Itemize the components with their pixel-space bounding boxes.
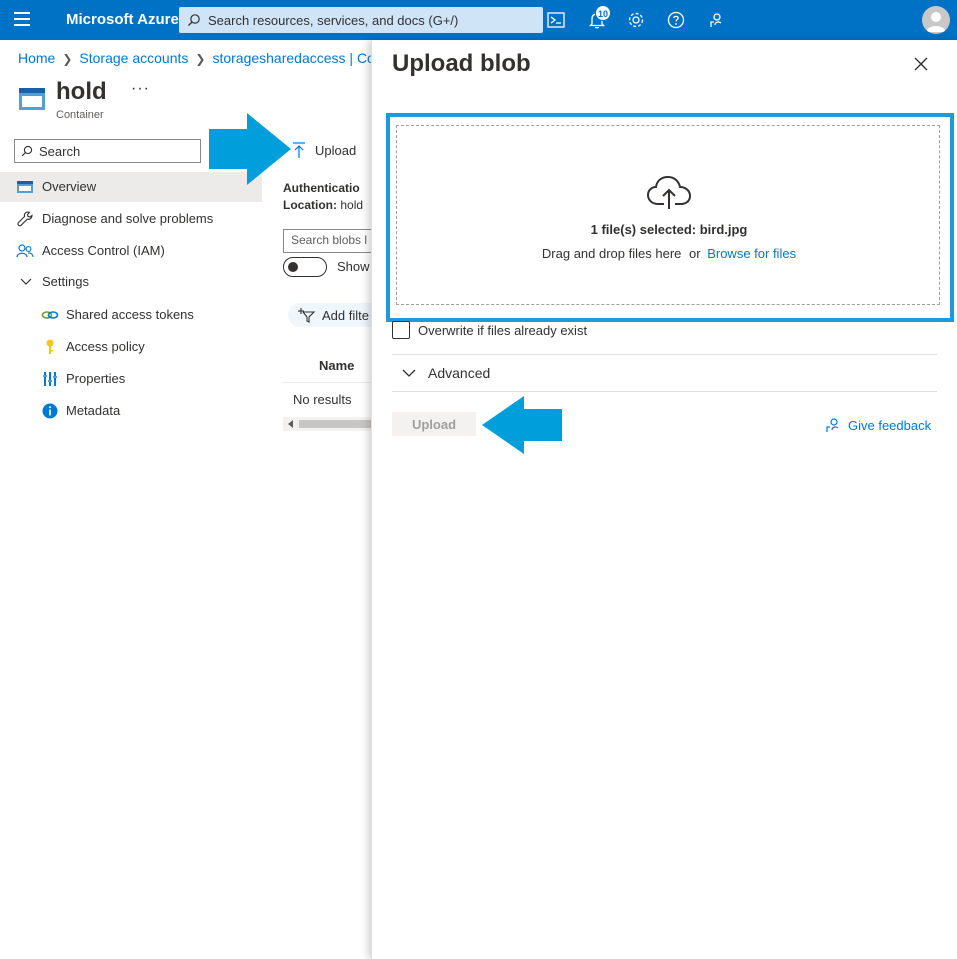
cloud-shell-icon[interactable] bbox=[546, 10, 566, 30]
people-icon bbox=[16, 244, 34, 258]
browse-files-link[interactable]: Browse for files bbox=[707, 246, 796, 261]
top-bar: Microsoft Azure 10 bbox=[0, 0, 957, 40]
sidebar-item-iam[interactable]: Access Control (IAM) bbox=[0, 236, 262, 266]
sidebar-item-settings[interactable]: Settings bbox=[0, 267, 262, 297]
authentication-label: Authenticatio bbox=[283, 181, 360, 195]
drop-zone[interactable]: 1 file(s) selected: bird.jpg Drag and dr… bbox=[396, 125, 940, 305]
container-icon bbox=[17, 181, 33, 193]
key-icon bbox=[46, 339, 54, 354]
upload-icon bbox=[293, 142, 305, 158]
sidebar-item-access-policy[interactable]: Access policy bbox=[0, 332, 262, 362]
global-search-input[interactable] bbox=[208, 11, 528, 29]
divider bbox=[392, 354, 937, 355]
search-icon bbox=[21, 145, 33, 157]
or-text: or bbox=[689, 246, 701, 261]
breadcrumb-storage-accounts[interactable]: Storage accounts bbox=[79, 50, 188, 66]
horizontal-scrollbar[interactable] bbox=[283, 417, 383, 431]
chevron-right-icon: ❯ bbox=[195, 52, 206, 66]
chevron-right-icon: ❯ bbox=[62, 52, 73, 66]
page-title: hold bbox=[56, 78, 107, 105]
sidebar-item-shared-access-tokens[interactable]: Shared access tokens bbox=[0, 300, 262, 330]
sidebar-item-label: Shared access tokens bbox=[66, 307, 194, 322]
advanced-section-toggle[interactable]: Advanced bbox=[402, 365, 490, 381]
sidebar-item-label: Overview bbox=[42, 179, 97, 194]
breadcrumb-home[interactable]: Home bbox=[18, 50, 55, 66]
container-icon bbox=[19, 88, 45, 110]
more-options-icon[interactable]: ··· bbox=[131, 80, 150, 98]
location-value: hold bbox=[340, 198, 364, 212]
arrow-left-icon bbox=[482, 396, 562, 454]
link-icon bbox=[41, 311, 59, 319]
info-icon bbox=[42, 403, 58, 419]
scroll-left-icon[interactable] bbox=[288, 420, 293, 428]
toggle-label: Show bbox=[337, 259, 370, 274]
show-deleted-toggle[interactable] bbox=[283, 257, 327, 277]
brand-title[interactable]: Microsoft Azure bbox=[66, 11, 179, 28]
user-icon bbox=[926, 12, 946, 32]
notification-badge: 10 bbox=[595, 5, 611, 21]
feedback-icon[interactable] bbox=[706, 10, 726, 30]
cloud-upload-icon bbox=[646, 175, 692, 209]
divider bbox=[283, 382, 383, 383]
divider bbox=[392, 391, 937, 392]
global-search[interactable] bbox=[179, 7, 543, 33]
blob-search[interactable] bbox=[283, 229, 383, 253]
sidebar-item-label: Settings bbox=[42, 274, 89, 289]
sidebar-item-diagnose[interactable]: Diagnose and solve problems bbox=[0, 204, 262, 234]
gear-icon[interactable] bbox=[626, 10, 646, 30]
filter-icon bbox=[298, 308, 316, 323]
upload-button[interactable]: Upload bbox=[392, 412, 476, 436]
upload-blob-panel: Upload blob 1 file(s) selected: bird.jpg… bbox=[371, 40, 957, 959]
nav-search-input[interactable] bbox=[39, 143, 194, 159]
resource-type: Container bbox=[56, 109, 104, 121]
arrow-right-icon bbox=[209, 113, 291, 185]
upload-command-label: Upload bbox=[315, 142, 357, 158]
sidebar-item-properties[interactable]: Properties bbox=[0, 364, 262, 394]
sidebar-item-metadata[interactable]: Metadata bbox=[0, 396, 262, 426]
panel-title: Upload blob bbox=[392, 50, 531, 77]
location-label: Location: bbox=[283, 198, 337, 212]
drop-zone-highlight: 1 file(s) selected: bird.jpg Drag and dr… bbox=[386, 113, 954, 322]
feedback-icon bbox=[826, 418, 839, 432]
breadcrumb: Home ❯ Storage accounts ❯ storagesharedacces… bbox=[18, 50, 387, 66]
give-feedback-label: Give feedback bbox=[848, 417, 932, 433]
help-icon[interactable] bbox=[666, 10, 686, 30]
blob-search-input[interactable] bbox=[291, 233, 381, 247]
properties-icon bbox=[43, 372, 57, 386]
chevron-down-icon bbox=[402, 369, 416, 377]
sidebar-item-label: Access policy bbox=[66, 339, 145, 354]
column-header-name[interactable]: Name bbox=[319, 358, 354, 373]
sidebar-item-label: Access Control (IAM) bbox=[42, 243, 165, 258]
breadcrumb-storage-account[interactable]: storagesharedaccess | Cont bbox=[212, 50, 386, 66]
overwrite-option[interactable]: Overwrite if files already exist bbox=[392, 321, 587, 339]
overwrite-label: Overwrite if files already exist bbox=[418, 322, 588, 338]
overwrite-checkbox[interactable] bbox=[392, 321, 410, 339]
give-feedback-link[interactable]: Give feedback bbox=[824, 416, 931, 434]
sidebar-item-label: Metadata bbox=[66, 403, 121, 418]
avatar[interactable] bbox=[922, 6, 950, 34]
no-results-text: No results bbox=[293, 392, 352, 407]
drag-drop-line: Drag and drop files here or Browse for f… bbox=[397, 246, 941, 261]
selected-files-text: 1 file(s) selected: bird.jpg bbox=[590, 222, 748, 237]
add-filter-label: Add filte bbox=[322, 307, 369, 323]
wrench-icon bbox=[17, 211, 33, 227]
location-line: Location: hold bbox=[283, 198, 363, 212]
sidebar-item-label: Diagnose and solve problems bbox=[42, 211, 214, 226]
advanced-label: Advanced bbox=[428, 365, 491, 381]
upload-command[interactable]: Upload bbox=[290, 141, 356, 159]
sidebar-item-label: Properties bbox=[66, 371, 126, 386]
menu-icon[interactable] bbox=[14, 12, 30, 26]
toggle-knob bbox=[288, 262, 298, 272]
chevron-down-icon bbox=[20, 278, 32, 285]
search-icon bbox=[188, 14, 200, 26]
drag-drop-text: Drag and drop files here bbox=[541, 246, 682, 261]
nav-search[interactable] bbox=[14, 139, 201, 163]
close-icon[interactable] bbox=[913, 56, 929, 72]
